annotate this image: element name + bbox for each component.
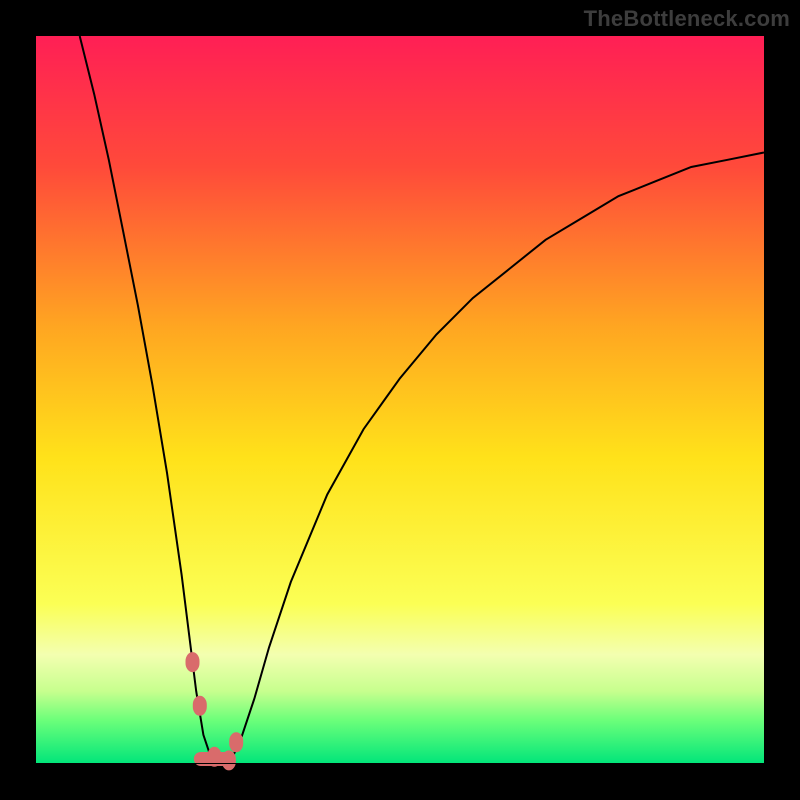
curve-marker xyxy=(186,652,200,672)
bottleneck-curve xyxy=(80,36,764,764)
watermark-text: TheBottleneck.com xyxy=(584,6,790,32)
chart-svg xyxy=(36,36,764,764)
curve-marker xyxy=(193,696,207,716)
plot-area xyxy=(36,36,764,764)
outer-frame: TheBottleneck.com xyxy=(0,0,800,800)
curve-marker xyxy=(229,732,243,752)
